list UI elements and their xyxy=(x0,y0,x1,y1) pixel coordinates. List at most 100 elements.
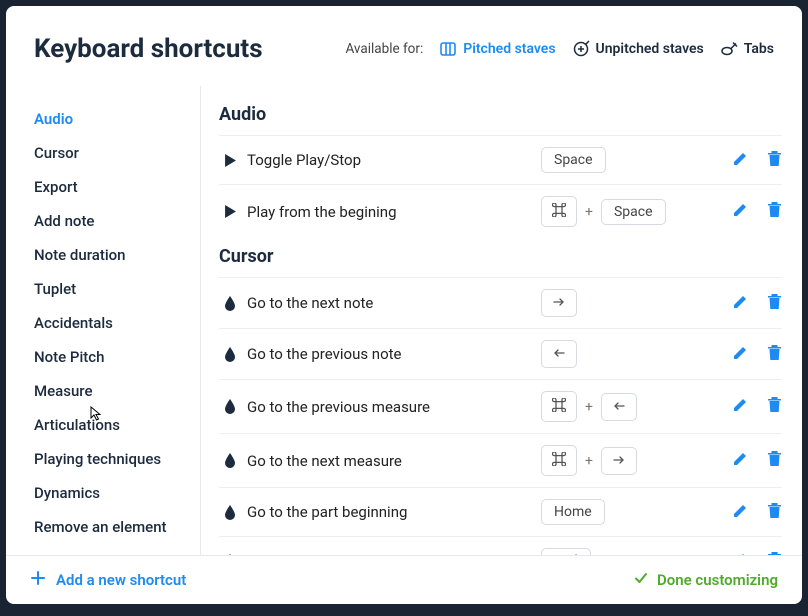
unpitched-staves-icon xyxy=(572,40,590,58)
trash-icon xyxy=(767,201,782,222)
add-shortcut-button[interactable]: Add a new shortcut xyxy=(30,570,186,590)
delete-button[interactable] xyxy=(767,150,782,171)
header: Keyboard shortcuts Available for: Pitche… xyxy=(6,6,802,86)
shortcut-keys: + xyxy=(541,445,732,476)
key: Home xyxy=(541,499,605,525)
sidebar-item-note-pitch[interactable]: Note Pitch xyxy=(34,340,200,374)
delete-button[interactable] xyxy=(767,293,782,314)
trash-icon xyxy=(767,344,782,365)
section-title: Audio xyxy=(219,96,782,135)
footer: Add a new shortcut Done customizing xyxy=(6,555,802,604)
shortcut-label: Go to the previous measure xyxy=(241,398,541,416)
shortcut-label: Toggle Play/Stop xyxy=(241,151,541,169)
shortcut-label: Play from the begining xyxy=(241,203,541,221)
drop-icon xyxy=(219,505,241,520)
shortcut-keys: End xyxy=(541,548,732,555)
body: Audio Cursor Export Add note Note durati… xyxy=(6,86,802,555)
section-title: Cursor xyxy=(219,238,782,277)
shortcut-keys xyxy=(541,340,732,368)
key-combiner-plus: + xyxy=(583,399,595,415)
shortcut-keys: Home xyxy=(541,499,732,525)
filter-label: Tabs xyxy=(744,41,774,57)
shortcut-keys xyxy=(541,289,732,317)
delete-button[interactable] xyxy=(767,344,782,365)
trash-icon xyxy=(767,502,782,523)
edit-button[interactable] xyxy=(732,150,749,171)
filter-unpitched-staves[interactable]: Unpitched staves xyxy=(572,40,704,58)
drop-icon xyxy=(219,296,241,311)
done-customizing-button[interactable]: Done customizing xyxy=(633,570,778,590)
pencil-icon xyxy=(732,450,749,471)
sidebar-item-undo[interactable]: Undo xyxy=(34,544,200,555)
key: Space xyxy=(601,199,666,225)
delete-button[interactable] xyxy=(767,502,782,523)
filter-tabs[interactable]: Tabs xyxy=(720,40,774,58)
section: AudioToggle Play/StopSpacePlay from the … xyxy=(219,96,782,238)
plus-icon xyxy=(30,570,46,590)
edit-button[interactable] xyxy=(732,293,749,314)
row-actions xyxy=(732,344,782,365)
shortcut-row: Go to the part beginningHome xyxy=(219,487,782,536)
edit-button[interactable] xyxy=(732,450,749,471)
check-icon xyxy=(633,570,649,590)
row-actions xyxy=(732,201,782,222)
filter-label: Pitched staves xyxy=(463,41,555,57)
row-actions xyxy=(732,450,782,471)
key-cmd-icon xyxy=(541,196,577,227)
shortcut-label: Go to the part beginning xyxy=(241,503,541,521)
key-cmd-icon xyxy=(541,391,577,422)
shortcut-row: Go to the previous note xyxy=(219,328,782,379)
delete-button[interactable] xyxy=(767,450,782,471)
sidebar-item-tuplet[interactable]: Tuplet xyxy=(34,272,200,306)
drop-icon xyxy=(219,399,241,414)
sidebar-item-playing-techniques[interactable]: Playing techniques xyxy=(34,442,200,476)
trash-icon xyxy=(767,396,782,417)
sidebar-item-articulations[interactable]: Articulations xyxy=(34,408,200,442)
sidebar-item-measure[interactable]: Measure xyxy=(34,374,200,408)
drop-icon xyxy=(219,453,241,468)
trash-icon xyxy=(767,293,782,314)
shortcut-keys: + xyxy=(541,391,732,422)
pencil-icon xyxy=(732,150,749,171)
row-actions xyxy=(732,502,782,523)
delete-button[interactable] xyxy=(767,201,782,222)
edit-button[interactable] xyxy=(732,502,749,523)
filter-pitched-staves[interactable]: Pitched staves xyxy=(439,40,555,58)
shortcut-row: Go to the next measure + xyxy=(219,433,782,487)
pencil-icon xyxy=(732,344,749,365)
add-shortcut-label: Add a new shortcut xyxy=(56,571,186,589)
shortcuts-window: Keyboard shortcuts Available for: Pitche… xyxy=(6,6,802,604)
key-arrow-right-icon xyxy=(541,289,577,317)
sidebar-item-add-note[interactable]: Add note xyxy=(34,204,200,238)
filters-label: Available for: xyxy=(345,41,423,57)
drop-icon xyxy=(219,347,241,362)
shortcut-label: Go to the previous note xyxy=(241,345,541,363)
shortcut-row: Toggle Play/StopSpace xyxy=(219,135,782,184)
shortcut-row: Play from the begining+Space xyxy=(219,184,782,238)
delete-button[interactable] xyxy=(767,396,782,417)
key: End xyxy=(541,548,591,555)
sidebar-item-export[interactable]: Export xyxy=(34,170,200,204)
row-actions xyxy=(732,293,782,314)
sidebar-item-audio[interactable]: Audio xyxy=(34,102,200,136)
key-combiner-plus: + xyxy=(583,453,595,469)
sidebar-item-dynamics[interactable]: Dynamics xyxy=(34,476,200,510)
edit-button[interactable] xyxy=(732,201,749,222)
shortcut-label: Go to the next measure xyxy=(241,452,541,470)
shortcut-row: Go to the part endEnd xyxy=(219,536,782,555)
pitched-staves-icon xyxy=(439,40,457,58)
key-arrow-left-icon xyxy=(541,340,577,368)
sidebar-item-cursor[interactable]: Cursor xyxy=(34,136,200,170)
sidebar-item-note-duration[interactable]: Note duration xyxy=(34,238,200,272)
shortcut-row: Go to the previous measure + xyxy=(219,379,782,433)
sidebar-item-remove-element[interactable]: Remove an element xyxy=(34,510,200,544)
row-actions xyxy=(732,150,782,171)
key-arrow-right-icon xyxy=(601,447,637,475)
edit-button[interactable] xyxy=(732,396,749,417)
pencil-icon xyxy=(732,201,749,222)
pencil-icon xyxy=(732,396,749,417)
play-icon xyxy=(219,205,241,218)
edit-button[interactable] xyxy=(732,344,749,365)
sidebar-item-accidentals[interactable]: Accidentals xyxy=(34,306,200,340)
main-content: AudioToggle Play/StopSpacePlay from the … xyxy=(201,86,802,555)
